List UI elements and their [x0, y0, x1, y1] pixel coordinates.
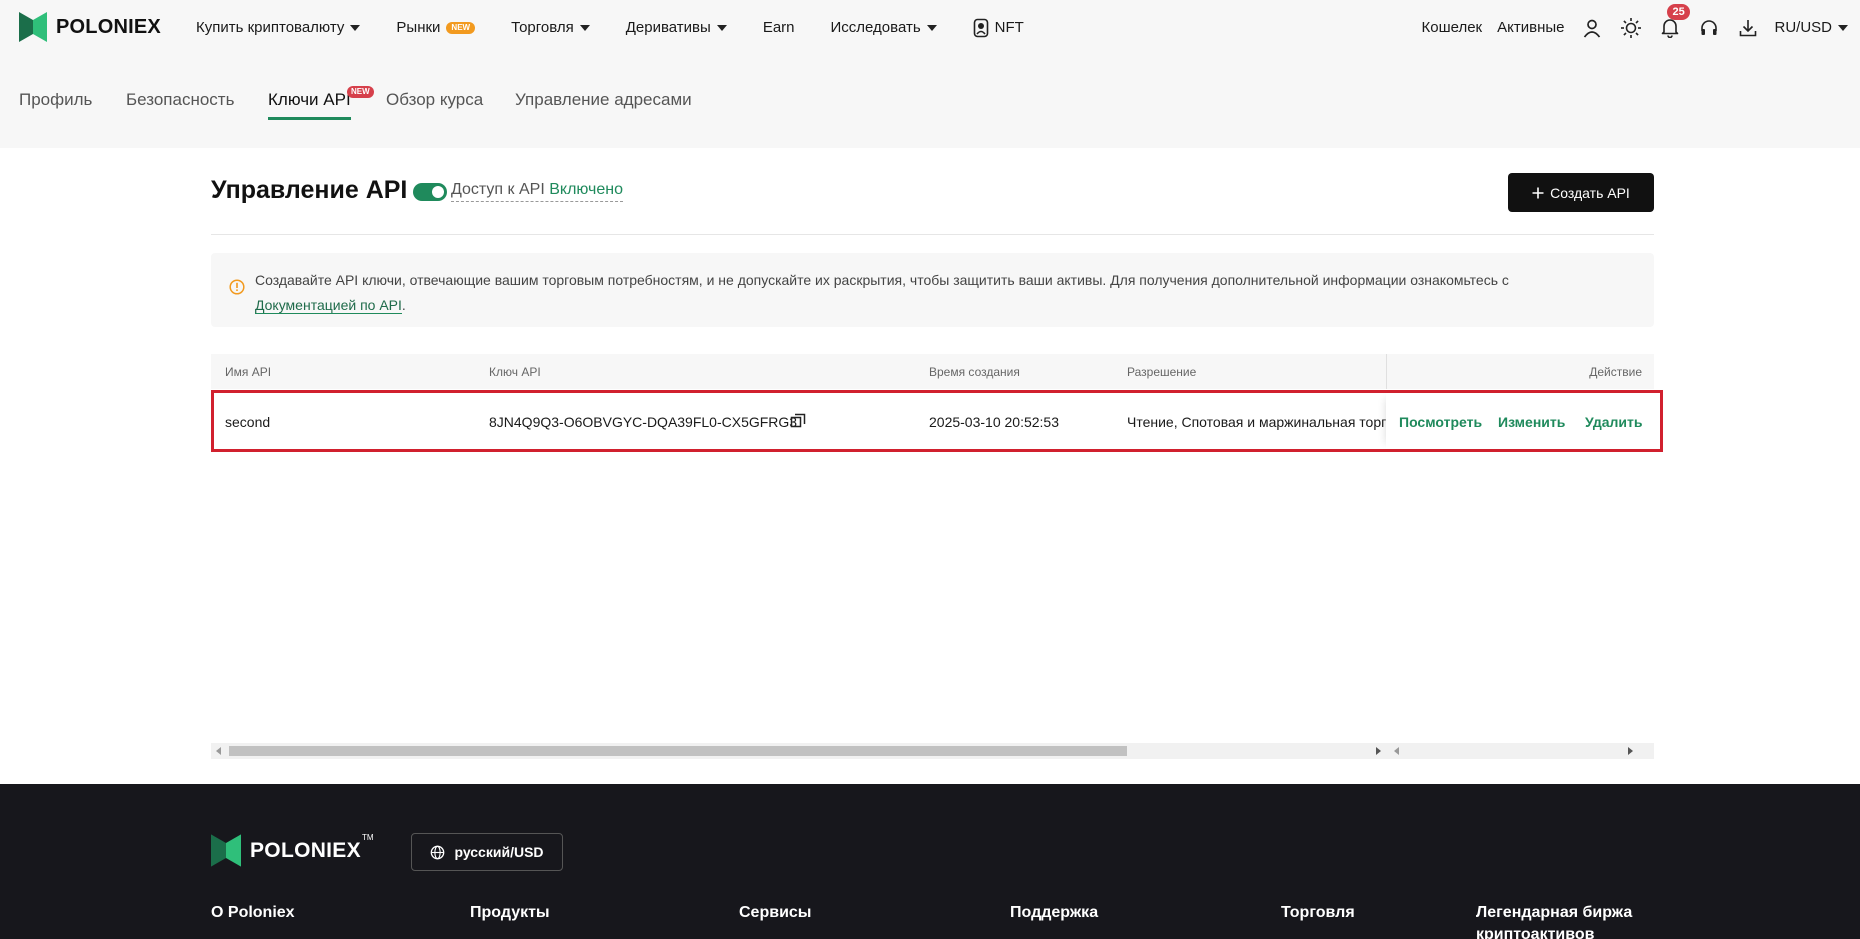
nav-trade[interactable]: Торговля — [511, 19, 590, 36]
globe-icon — [431, 845, 445, 859]
scroll-left-icon[interactable] — [1394, 747, 1399, 755]
caret-down-icon — [579, 24, 590, 31]
nav-derivatives[interactable]: Деривативы — [626, 19, 727, 36]
create-api-label: Создать API — [1550, 184, 1630, 201]
account-subtabs: Профиль Безопасность Ключи API Обзор кур… — [0, 55, 1860, 148]
scroll-right-icon[interactable] — [1628, 747, 1633, 755]
nav-earn[interactable]: Earn — [763, 19, 795, 36]
new-badge: NEW — [446, 21, 476, 34]
footer-column-about: О Poloniex — [211, 904, 295, 921]
copy-icon[interactable] — [790, 413, 806, 434]
footer-column-trading: Торговля — [1281, 904, 1355, 921]
nav-buy-crypto-label: Купить криптовалюту — [196, 19, 345, 36]
horizontal-scrollbar[interactable] — [211, 743, 1654, 759]
main-nav: Купить криптовалюту Рынки NEW Торговля Д… — [196, 0, 1060, 55]
user-icon[interactable] — [1581, 17, 1603, 39]
footer-column-tagline: Легендарная биржа криптоактивов — [1476, 904, 1633, 939]
top-nav: POLONIEX Купить криптовалюту Рынки NEW Т… — [0, 0, 1860, 55]
column-header-key: Ключ API — [489, 365, 541, 379]
scroll-left-icon[interactable] — [216, 747, 221, 755]
nav-explore-label: Исследовать — [830, 19, 921, 36]
nav-earn-label: Earn — [762, 19, 795, 36]
locale-selector[interactable]: RU/USD — [1774, 19, 1832, 36]
plus-icon — [1532, 187, 1544, 198]
nav-markets-label: Рынки — [396, 19, 441, 36]
api-docs-link[interactable]: Документацией по API — [255, 297, 402, 314]
tab-security[interactable]: Безопасность — [126, 90, 234, 110]
poloniex-logo-icon — [19, 12, 47, 42]
scrollbar-thumb[interactable] — [229, 746, 1127, 756]
column-header-name: Имя API — [225, 365, 272, 379]
tab-api-keys[interactable]: Ключи API — [268, 90, 351, 110]
created-time-cell: 2025-03-10 20:52:53 — [929, 414, 1059, 430]
download-icon[interactable] — [1737, 17, 1759, 39]
warning-icon — [229, 279, 245, 295]
nav-nft-label: NFT — [994, 19, 1024, 36]
poloniex-logo-icon — [211, 834, 241, 867]
action-cell: Посмотреть Изменить Удалить — [1386, 393, 1660, 449]
nav-derivatives-label: Деривативы — [625, 19, 711, 36]
headset-icon[interactable] — [1698, 17, 1720, 39]
footer-column-products: Продукты — [470, 904, 550, 921]
nav-nft[interactable]: NFT — [973, 18, 1024, 38]
table-row: second 8JN4Q9Q3-O6OBVGYC-DQA39FL0-CX5GFR… — [211, 390, 1663, 452]
poloniex-logo[interactable]: POLONIEX — [19, 12, 161, 42]
right-nav: Кошелек Активные 25 RU/USD — [1406, 0, 1848, 55]
api-access-state: Включено — [549, 181, 624, 198]
sun-icon[interactable] — [1620, 17, 1642, 39]
create-api-button[interactable]: Создать API — [1508, 173, 1654, 212]
info-message: Создавайте API ключи, отвечающие вашим т… — [255, 272, 1509, 288]
permission-cell-clip: Чтение, Спотовая и маржинальная торговля — [1127, 393, 1427, 449]
caret-down-icon — [1838, 24, 1848, 31]
api-name-cell: second — [225, 414, 271, 430]
column-header-action: Действие — [1589, 365, 1642, 379]
logo-text: POLONIEX — [56, 15, 161, 38]
caret-down-icon — [350, 24, 361, 31]
nav-buy-crypto[interactable]: Купить криптовалюту — [196, 19, 361, 36]
caret-down-icon — [926, 24, 937, 31]
wallet-link[interactable]: Кошелек — [1421, 19, 1482, 36]
assets-link[interactable]: Активные — [1497, 19, 1564, 36]
footer: POLONIEX TM русский/USD О Poloniex Проду… — [0, 784, 1860, 939]
trademark: TM — [362, 833, 374, 842]
bell-icon[interactable]: 25 — [1659, 3, 1690, 39]
permission-cell: Чтение, Спотовая и маржинальная торговля — [1127, 414, 1417, 430]
api-access-toggle[interactable] — [413, 183, 447, 201]
tab-address-management[interactable]: Управление адресами — [515, 90, 692, 110]
language-button[interactable]: русский/USD — [411, 833, 563, 871]
edit-button[interactable]: Изменить — [1498, 414, 1565, 430]
api-access-status: Доступ к API Включено — [451, 181, 624, 202]
new-badge: NEW — [347, 86, 374, 98]
footer-logo-text: POLONIEX — [250, 838, 361, 862]
footer-column-services: Сервисы — [739, 904, 812, 921]
view-button[interactable]: Посмотреть — [1399, 414, 1482, 430]
active-tab-indicator — [268, 117, 351, 120]
nav-trade-label: Торговля — [511, 19, 574, 36]
caret-down-icon — [716, 24, 727, 31]
api-access-label: Доступ к API — [451, 181, 545, 198]
scroll-right-icon[interactable] — [1376, 747, 1381, 755]
nav-explore[interactable]: Исследовать — [831, 19, 937, 36]
notification-count-badge: 25 — [1667, 3, 1690, 20]
tab-course-overview[interactable]: Обзор курса — [386, 90, 483, 110]
language-label: русский/USD — [454, 844, 544, 860]
table-header: Имя API Ключ API Время создания Разрешен… — [211, 354, 1654, 389]
info-text: Создавайте API ключи, отвечающие вашим т… — [255, 268, 1635, 318]
page-title: Управление API — [211, 176, 408, 204]
nav-markets[interactable]: Рынки NEW — [396, 19, 476, 36]
info-notice: Создавайте API ключи, отвечающие вашим т… — [211, 253, 1654, 327]
tab-profile[interactable]: Профиль — [19, 90, 92, 110]
page: POLONIEX Купить криптовалюту Рынки NEW Т… — [0, 0, 1860, 939]
api-key-cell: 8JN4Q9Q3-O6OBVGYC-DQA39FL0-CX5GFRG3 — [489, 414, 798, 430]
info-end: . — [401, 297, 406, 313]
footer-logo[interactable]: POLONIEX — [211, 834, 361, 867]
delete-button[interactable]: Удалить — [1585, 414, 1642, 430]
column-header-permission: Разрешение — [1127, 365, 1197, 379]
column-divider — [1386, 354, 1387, 389]
footer-column-support: Поддержка — [1010, 904, 1099, 921]
nft-icon — [973, 18, 988, 37]
column-header-created: Время создания — [929, 365, 1020, 379]
divider — [211, 234, 1654, 235]
